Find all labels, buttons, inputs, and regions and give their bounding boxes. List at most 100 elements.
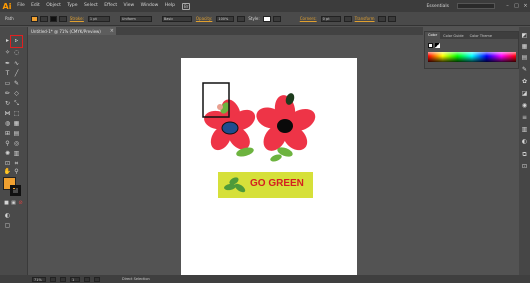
- shape-builder-tool-icon[interactable]: ◍: [3, 120, 12, 127]
- brushes-icon[interactable]: ✎: [521, 67, 528, 73]
- bridge-button[interactable]: Br: [182, 2, 191, 10]
- graphic-style-dropdown[interactable]: [272, 15, 281, 22]
- free-transform-tool-icon[interactable]: ⬚: [12, 110, 21, 117]
- line-tool-icon[interactable]: ╱: [12, 70, 21, 77]
- opacity-dropdown[interactable]: [237, 15, 246, 22]
- graphic-styles-icon[interactable]: ◪: [521, 91, 528, 97]
- isolate-button[interactable]: [377, 15, 386, 22]
- paintbrush-tool-icon[interactable]: ✎: [12, 80, 21, 87]
- symbols-icon[interactable]: ✿: [521, 79, 528, 85]
- eraser-tool-icon[interactable]: ◇: [12, 90, 21, 97]
- rotate-tool-icon[interactable]: ↻: [3, 100, 12, 107]
- gradient-icon[interactable]: ▥: [521, 127, 528, 133]
- go-green-banner[interactable]: GO GREEN: [218, 172, 313, 198]
- bud: [217, 104, 223, 110]
- tab-color[interactable]: Color: [425, 32, 441, 39]
- appearance-icon[interactable]: ◉: [521, 103, 528, 109]
- color-spectrum[interactable]: [428, 52, 516, 62]
- type-tool-icon[interactable]: T: [3, 70, 12, 77]
- color-guide-icon[interactable]: ▦: [521, 44, 528, 50]
- stroke-color-swatch[interactable]: [49, 15, 57, 22]
- eyedropper-tool-icon[interactable]: ⚲: [3, 140, 12, 147]
- transparency-icon[interactable]: ◐: [521, 139, 528, 145]
- tab-color-guide[interactable]: Color Guide: [440, 34, 467, 38]
- swatches-icon[interactable]: ▤: [521, 55, 528, 61]
- menu-effect[interactable]: Effect: [101, 0, 120, 12]
- perspective-grid-tool-icon[interactable]: ▦: [12, 120, 21, 127]
- corners-link[interactable]: Corners:: [300, 16, 317, 21]
- color-panel-icon[interactable]: ◩: [521, 33, 528, 39]
- tab-color-theme[interactable]: Color Theme: [467, 34, 495, 38]
- document-tab[interactable]: Untitled-1* @ 71% (CMYK/Preview) ×: [28, 27, 116, 35]
- column-graph-tool-icon[interactable]: ▥: [12, 150, 21, 157]
- artboards-icon[interactable]: ⊡: [521, 164, 528, 170]
- stroke-weight-field[interactable]: 1 pt: [87, 15, 110, 22]
- pen-tool-icon[interactable]: ✒: [3, 60, 12, 67]
- stroke-icon[interactable]: ≡: [521, 115, 528, 121]
- mesh-tool-icon[interactable]: ⊞: [3, 130, 12, 137]
- prev-artboard-button[interactable]: [60, 276, 66, 282]
- artboard-number-field[interactable]: 1: [70, 276, 80, 282]
- symbol-sprayer-tool-icon[interactable]: ✺: [3, 150, 12, 157]
- flower-right[interactable]: [253, 92, 318, 163]
- minimize-button[interactable]: –: [503, 3, 512, 9]
- artboard[interactable]: GO GREEN: [181, 58, 357, 275]
- black-white-icon[interactable]: [435, 43, 440, 48]
- menu-window[interactable]: Window: [137, 0, 161, 12]
- zoom-level-field[interactable]: 71%: [32, 276, 46, 282]
- none-color-icon[interactable]: [428, 43, 433, 48]
- fill-dropdown[interactable]: [39, 15, 48, 22]
- close-tab-icon[interactable]: ×: [110, 27, 114, 35]
- drawing-mode-icon[interactable]: ◐: [3, 212, 12, 219]
- screen-mode-icon[interactable]: ▢: [3, 222, 12, 229]
- flower-center: [221, 121, 239, 135]
- layers-icon[interactable]: ⧉: [521, 152, 528, 158]
- slice-tool-icon[interactable]: ⌗: [12, 160, 21, 167]
- hand-tool-icon[interactable]: ✋: [3, 168, 12, 175]
- next-artboard-button[interactable]: [84, 276, 90, 282]
- corners-field[interactable]: 0 pt: [320, 15, 341, 22]
- app-logo: Ai: [0, 0, 14, 12]
- opacity-field[interactable]: 100%: [216, 15, 235, 22]
- blend-tool-icon[interactable]: ◎: [12, 140, 21, 147]
- fill-color-swatch[interactable]: [30, 15, 38, 22]
- menu-object[interactable]: Object: [43, 0, 64, 12]
- menu-help[interactable]: Help: [162, 0, 179, 12]
- maximize-button[interactable]: □: [512, 3, 521, 9]
- close-window-button[interactable]: ×: [521, 3, 530, 9]
- stroke-dropdown[interactable]: [58, 15, 67, 22]
- artboard-tool-icon[interactable]: ⊡: [3, 160, 12, 167]
- artwork: [202, 82, 318, 163]
- scale-tool-icon[interactable]: ⤡: [12, 100, 21, 107]
- help-search-input[interactable]: [457, 3, 495, 9]
- menu-type[interactable]: Type: [64, 0, 81, 12]
- opacity-link[interactable]: Opacity:: [196, 16, 212, 21]
- stroke-color-box[interactable]: [10, 185, 21, 196]
- color-panel-tabs: Color Color Guide Color Theme: [425, 32, 518, 39]
- zoom-tool-icon[interactable]: ⚲: [12, 168, 21, 175]
- curvature-tool-icon[interactable]: ∿: [12, 60, 21, 67]
- graphic-style-picker[interactable]: [262, 15, 271, 22]
- menu-file[interactable]: File: [14, 0, 28, 12]
- lasso-tool-icon[interactable]: ◌: [12, 49, 21, 56]
- flower-left[interactable]: [203, 97, 259, 158]
- brush-definition[interactable]: Basic: [161, 15, 192, 22]
- stroke-panel-link[interactable]: Stroke:: [70, 16, 84, 21]
- first-artboard-button[interactable]: [50, 276, 56, 282]
- arrange-button[interactable]: [387, 15, 396, 22]
- workspace-switcher[interactable]: Essentials: [426, 4, 449, 9]
- canvas[interactable]: GO GREEN: [29, 35, 423, 275]
- width-tool-icon[interactable]: ⋈: [3, 110, 12, 117]
- menu-view[interactable]: View: [120, 0, 137, 12]
- variable-width-profile[interactable]: Uniform: [119, 15, 152, 22]
- transform-link[interactable]: Transform: [355, 16, 375, 21]
- gradient-tool-icon[interactable]: ▤: [12, 130, 21, 137]
- magic-wand-tool-icon[interactable]: ✧: [3, 49, 12, 56]
- menu-select[interactable]: Select: [81, 0, 101, 12]
- none-mode-icon[interactable]: ⊘: [16, 200, 25, 207]
- align-button[interactable]: [343, 15, 352, 22]
- menu-edit[interactable]: Edit: [28, 0, 43, 12]
- rectangle-tool-icon[interactable]: ▭: [3, 80, 12, 87]
- pencil-tool-icon[interactable]: ✏: [3, 90, 12, 97]
- last-artboard-button[interactable]: [94, 276, 100, 282]
